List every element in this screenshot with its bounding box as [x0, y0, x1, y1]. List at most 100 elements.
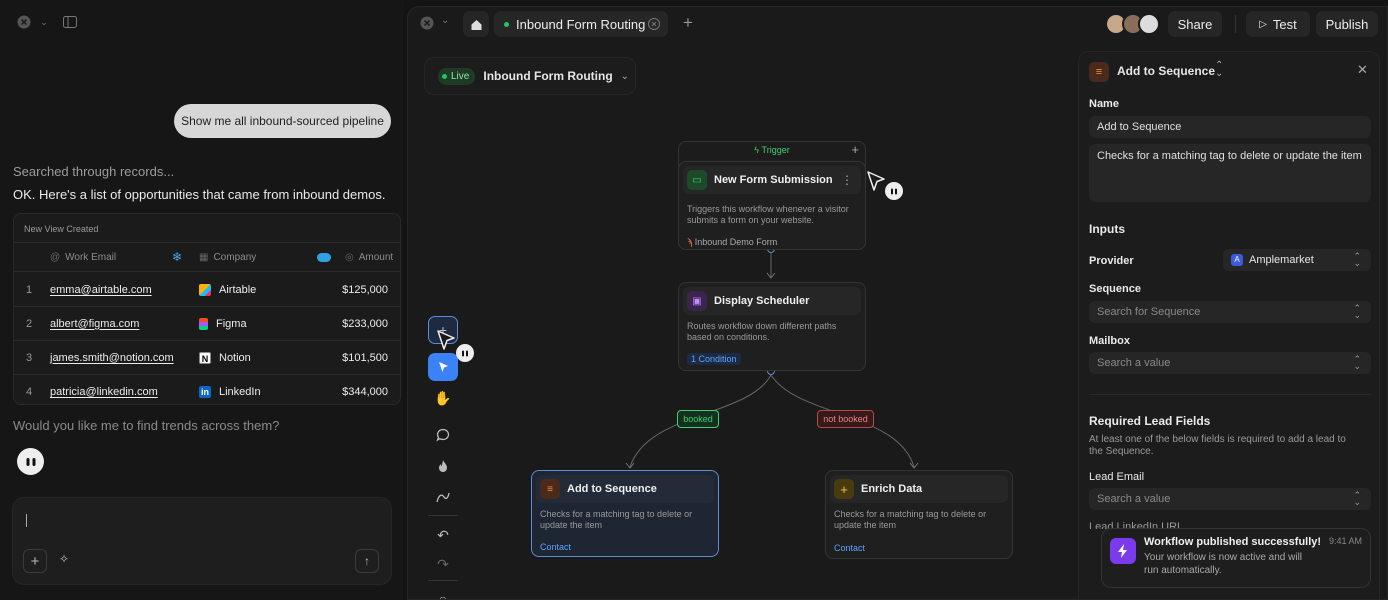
- divider: [1089, 394, 1371, 395]
- table-row[interactable]: 1 emma@airtable.com Airtable $125,000: [14, 273, 400, 307]
- stack-icon: ≡: [540, 479, 560, 499]
- add-to-sequence-node[interactable]: ≡ Add to Sequence Checks for a matching …: [531, 470, 719, 557]
- new-form-submission-node[interactable]: ▭ New Form Submission ⋮ Triggers this wo…: [678, 161, 866, 250]
- plus-icon: +: [834, 479, 854, 499]
- provider-select[interactable]: A Amplemarket ⌃ ⌄: [1223, 249, 1371, 271]
- toast-title: Workflow published successfully!: [1144, 536, 1322, 548]
- table-row[interactable]: 4 patricia@linkedin.com in LinkedIn $344,…: [14, 375, 400, 404]
- name-label: Name: [1089, 98, 1119, 110]
- cursor-icon: [437, 330, 455, 350]
- chevron-down-icon[interactable]: ⌄: [32, 10, 56, 34]
- node-title: Enrich Data: [861, 483, 923, 495]
- text-cursor: [26, 514, 27, 527]
- amount-column-header[interactable]: ◎ Amount: [345, 243, 393, 271]
- figma-logo-icon: [199, 317, 208, 330]
- agent-avatar: [456, 344, 474, 362]
- enrich-data-node[interactable]: + Enrich Data Checks for a matching tag …: [825, 470, 1013, 559]
- table-header: @ Work Email ❄ ▦ Company ◎ Amount: [14, 242, 400, 272]
- curve-icon[interactable]: [428, 483, 458, 511]
- inputs-heading: Inputs: [1089, 222, 1125, 236]
- company-cell: Figma: [199, 307, 247, 340]
- table-row[interactable]: 3 james.smith@notion.com N Notion $101,50…: [14, 341, 400, 375]
- email-link[interactable]: james.smith@notion.com: [50, 341, 174, 374]
- updown-icon: ⌃ ⌄: [1353, 354, 1361, 371]
- bolt-icon: ϟ: [754, 145, 762, 155]
- redo-icon[interactable]: ↷: [428, 550, 458, 578]
- row-number: 1: [26, 283, 33, 296]
- coin-icon: ◎: [345, 251, 354, 263]
- form-icon: ▭: [687, 170, 707, 190]
- name-field[interactable]: Add to Sequence: [1089, 116, 1371, 138]
- zoom-icon[interactable]: ○: [428, 585, 458, 599]
- trigger-node[interactable]: ϟ Trigger + ▭ New Form Submission ⋮ Trig…: [678, 141, 866, 250]
- hubspot-icon: ϡ: [687, 237, 693, 247]
- lead-email-select[interactable]: Search a value ⌃ ⌄: [1089, 488, 1371, 510]
- provider-label: Provider: [1089, 255, 1134, 267]
- node-description: Triggers this workflow whenever a visito…: [687, 204, 849, 225]
- calendar-icon: ▣: [687, 291, 707, 311]
- updown-icon: ⌃ ⌄: [1353, 251, 1361, 268]
- sequence-select[interactable]: Search for Sequence ⌃ ⌄: [1089, 301, 1371, 323]
- table-row[interactable]: 2 albert@figma.com Figma $233,000: [14, 307, 400, 341]
- node-title: Add to Sequence: [567, 483, 657, 495]
- condition-badge[interactable]: 1 Condition: [687, 353, 741, 365]
- undo-icon[interactable]: ↶: [428, 521, 458, 549]
- email-column-header[interactable]: @ Work Email: [50, 243, 116, 271]
- mailbox-select[interactable]: Search a value ⌃ ⌄: [1089, 352, 1371, 374]
- airtable-logo-icon: [199, 283, 211, 296]
- amount-cell: $101,500: [342, 351, 388, 364]
- amount-cell: $344,000: [342, 386, 388, 398]
- panel-title: Add to Sequence: [1117, 64, 1216, 78]
- more-options-icon[interactable]: ⋮: [841, 173, 853, 187]
- add-trigger-icon[interactable]: +: [851, 142, 859, 157]
- updown-icon: ⌃ ⌄: [1353, 490, 1361, 507]
- mailbox-label: Mailbox: [1089, 335, 1130, 347]
- assistant-answer: OK. Here's a list of opportunities that …: [13, 187, 386, 202]
- edge-label-booked[interactable]: booked: [677, 410, 719, 428]
- divider: [428, 515, 458, 516]
- hand-tool[interactable]: ✋: [428, 384, 458, 412]
- required-heading: Required Lead Fields: [1089, 414, 1211, 428]
- comment-icon[interactable]: [428, 421, 458, 449]
- add-attachment-button[interactable]: +: [23, 549, 47, 573]
- updown-icon: ⌃ ⌄: [1353, 303, 1361, 320]
- node-footer: ϡ Inbound Demo Form: [687, 237, 778, 247]
- row-number: 3: [26, 351, 33, 364]
- amount-cell: $125,000: [342, 283, 388, 296]
- at-icon: @: [50, 251, 61, 263]
- notion-logo-icon: N: [199, 351, 211, 364]
- sparkle-cursor-icon[interactable]: ✧: [59, 552, 69, 566]
- row-number: 4: [26, 386, 33, 398]
- sidebar-toggle-icon[interactable]: [58, 10, 82, 34]
- select-tool[interactable]: [428, 353, 458, 381]
- success-toast[interactable]: Workflow published successfully! Your wo…: [1101, 528, 1371, 588]
- trigger-label: ϟ Trigger: [754, 145, 790, 155]
- email-link[interactable]: patricia@linkedin.com: [50, 375, 158, 404]
- amplemarket-icon: A: [1231, 254, 1243, 266]
- company-column-header[interactable]: ▦ Company: [199, 243, 256, 271]
- user-prompt-bubble: Show me all inbound-sourced pipeline: [174, 104, 391, 138]
- close-panel-icon[interactable]: ✕: [1357, 62, 1368, 78]
- email-link[interactable]: albert@figma.com: [50, 307, 139, 340]
- updown-icon[interactable]: ⌃ ⌄: [1215, 61, 1223, 79]
- properties-panel: ≡ Add to Sequence ⌃ ⌄ ✕ Name Add to Seque…: [1078, 51, 1380, 599]
- email-link[interactable]: emma@airtable.com: [50, 273, 152, 306]
- edge-label-not-booked[interactable]: not booked: [817, 410, 874, 428]
- company-cell: Airtable: [199, 273, 256, 306]
- node-footer: Contact: [834, 543, 866, 553]
- search-status: Searched through records...: [13, 164, 175, 179]
- snowflake-icon: ❄: [172, 250, 183, 264]
- row-number: 2: [26, 317, 33, 330]
- opportunities-table: New View Created @ Work Email ❄ ▦ Company …: [13, 213, 401, 405]
- send-button[interactable]: ↑: [355, 549, 379, 573]
- agent-avatar: [885, 182, 903, 200]
- node-footer: Contact: [540, 542, 572, 552]
- workflow-canvas[interactable]: ⌄ Inbound Form Routing + Share ▷ Test Pub…: [407, 6, 1388, 600]
- display-scheduler-node[interactable]: ▣ Display Scheduler Routes workflow down…: [678, 282, 866, 371]
- lead-email-label: Lead Email: [1089, 471, 1145, 483]
- description-field[interactable]: Checks for a matching tag to delete or u…: [1089, 144, 1371, 202]
- flame-icon[interactable]: [428, 452, 458, 480]
- amount-cell: $233,000: [342, 317, 388, 330]
- node-description: Checks for a matching tag to delete or u…: [540, 509, 693, 530]
- chat-input[interactable]: + ✧ ↑: [12, 497, 392, 585]
